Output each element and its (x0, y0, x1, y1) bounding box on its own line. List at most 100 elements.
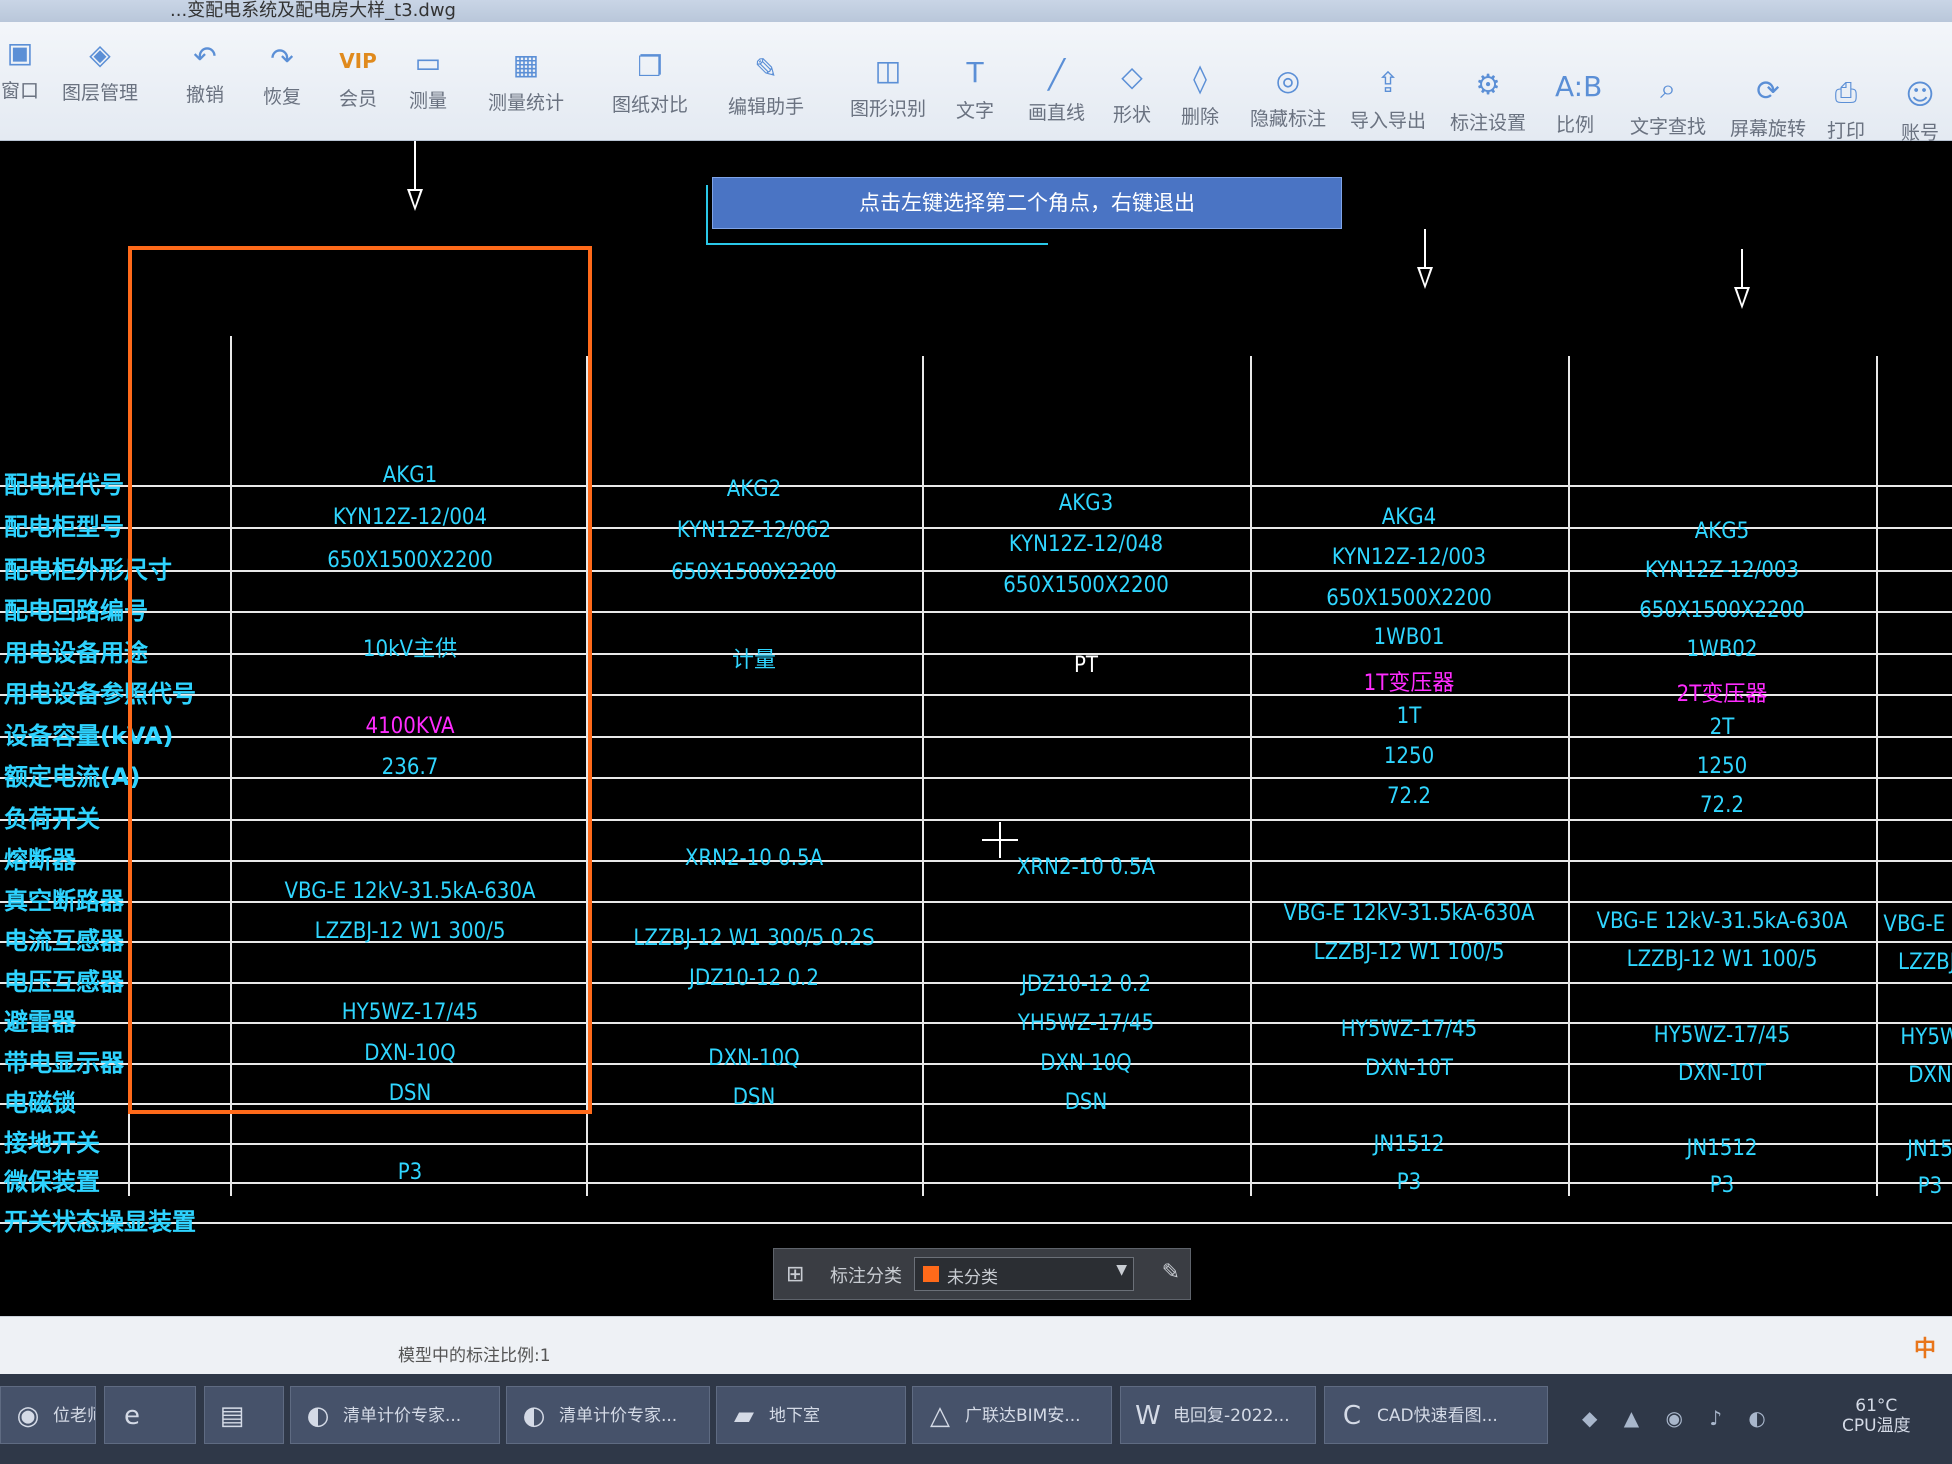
toolbar-layers-button[interactable]: ◈ 图层管理 (62, 38, 138, 105)
pricing-app-icon: ◐ (306, 1401, 330, 1431)
system-tray: ◆ ▲ ◉ ♪ ◐ 61°C CPU温度 (1572, 1374, 1952, 1464)
row-label: 用电设备用途 (4, 638, 148, 667)
toolbar-undo-button[interactable]: ↶ 撤销 (185, 40, 225, 107)
print-icon: ⎙ (1834, 76, 1858, 109)
toolbar-text-button[interactable]: T 文字 (955, 56, 995, 123)
rotate-screen-icon: ⟳ (1756, 74, 1780, 107)
toolbar-label: 画直线 (1028, 102, 1086, 124)
text-icon: T (966, 56, 984, 89)
table-cell-code: AKG3 (1058, 490, 1114, 516)
taskbar-ie-button[interactable]: e (104, 1386, 196, 1444)
line-icon: ╱ (1048, 58, 1065, 91)
table-cell-indicator: DXN-10Q (364, 1040, 456, 1066)
toolbar-ruler-button[interactable]: ▭ 测量 (408, 46, 448, 113)
table-cell-ct: LZZBJ-12 W1 300/5 (314, 919, 506, 944)
table-cell-lock: DSN (1064, 1089, 1108, 1115)
toolbar-rotate-screen-button[interactable]: ⟳ 屏幕旋转 (1730, 74, 1806, 141)
toolbar-account-button[interactable]: ☺ 账号 (1900, 78, 1940, 145)
grid-icon[interactable]: ⊞ (786, 1262, 804, 1287)
table-cell-ct: LZZBJ-12 W1 300/5 0.2S (633, 926, 875, 951)
pricing-app-icon: ◐ (522, 1401, 546, 1431)
glodon-icon: △ (930, 1401, 950, 1431)
classification-label: 标注分类 (830, 1266, 902, 1287)
table-cell-arrester: YH5WZ-17/45 (1017, 1011, 1155, 1037)
table-cell-model: KYN12Z-12/003 (1331, 545, 1487, 571)
table-cell-loop: 1WB01 (1373, 625, 1445, 651)
toolbar-compare-button[interactable]: ❐ 图纸对比 (612, 50, 688, 117)
row-label: 电磁锁 (4, 1089, 76, 1117)
toolbar-vip-button[interactable]: VIP 会员 (338, 44, 378, 111)
classification-select[interactable]: 未分类 ▼ (914, 1257, 1134, 1291)
row-label: 微保装置 (4, 1168, 100, 1196)
tray-icons[interactable]: ◆ ▲ ◉ ♪ ◐ (1582, 1406, 1776, 1430)
measure-stats-icon: ▦ (512, 48, 540, 81)
toolbar-text-search-button[interactable]: ⌕ 文字查找 (1630, 72, 1706, 139)
taskbar: ◆ ▲ ◉ ♪ ◐ 61°C CPU温度 ◉ 位老师... e ▤ ◐ 清单计价专家...… (0, 1374, 1952, 1464)
toolbar: ▣ 窗口 ◈ 图层管理 ↶ 撤销 ↷ 恢复 VIP 会员 ▭ 测量 ▦ 测量统计 ❐ 图纸对比 ✎ 编辑助手 ◫ 图形… (0, 22, 1952, 144)
toolbar-label: 打印 (1826, 120, 1865, 142)
screen: ...变配电系统及配电房大样_t3.dwg ▣ 窗口 ◈ 图层管理 ↶ 撤销 ↷ 恢复 VIP 会… (0, 0, 1952, 1464)
cpu-temp: 61°C CPU温度 (1842, 1396, 1911, 1436)
toolbar-eraser-button[interactable]: ◊ 删除 (1180, 62, 1220, 129)
account-icon: ☺ (1905, 78, 1935, 111)
toolbar-window-button[interactable]: ▣ 窗口 (0, 36, 40, 103)
row-label: 带电显示器 (4, 1048, 124, 1077)
feeder-line (1741, 249, 1743, 289)
toolbar-scale-button[interactable]: A:B 比例 (1555, 70, 1602, 137)
taskbar-folder-button[interactable]: ▰ 地下室 (716, 1386, 906, 1444)
toolbar-label: 删除 (1180, 106, 1219, 128)
row-label: 配电柜外形尺寸 (4, 555, 172, 584)
arrow-down-icon (1734, 287, 1750, 309)
toolbar-redo-button[interactable]: ↷ 恢复 (262, 42, 302, 109)
toolbar-label: 图层管理 (62, 82, 139, 104)
table-cell-current: 72.2 (1386, 783, 1432, 809)
layers-icon: ◈ (89, 38, 111, 71)
row-label: 用电设备参照代号 (4, 680, 196, 708)
toolbar-hide-annotation-button[interactable]: ◎ 隐藏标注 (1250, 64, 1326, 131)
taskbar-calculator-button[interactable]: ▤ (204, 1386, 284, 1444)
drawing-canvas[interactable]: 点击左键选择第二个角点，右键退出 配电柜代号 配电柜型号 配电柜外形尺寸 配电回路编号… (0, 141, 1952, 1316)
feeder-line (414, 141, 416, 191)
table-cell-ref: 2T (1709, 715, 1735, 741)
table-cell-protect: P3 (397, 1160, 423, 1185)
taskbar-glodon-button[interactable]: △ 广联达BIM安... (912, 1386, 1112, 1444)
toolbar-shape-recognition-button[interactable]: ◫ 图形识别 (850, 54, 926, 121)
table-cell-capacity: 1250 (1383, 744, 1435, 770)
table-cell-ct: LZZBJ- (1898, 950, 1952, 975)
annotation-settings-icon: ⚙ (1475, 68, 1501, 101)
toolbar-line-button[interactable]: ╱ 画直线 (1028, 58, 1085, 125)
ime-indicator[interactable]: 中 (1914, 1331, 1936, 1363)
taskbar-app-button[interactable]: ◉ 位老师... (0, 1386, 96, 1444)
row-label: 避雷器 (4, 1008, 76, 1036)
table-cell-use: PT (1073, 653, 1099, 679)
taskbar-pricing-app-button[interactable]: ◐ 清单计价专家... (290, 1386, 500, 1444)
cpu-temp-label: CPU温度 (1842, 1416, 1911, 1436)
table-cell-breaker: VBG-E 12kV-31.5kA-630A (1283, 901, 1535, 927)
folder-icon: ▰ (734, 1401, 754, 1431)
table-cell-protect: P3 (1917, 1174, 1943, 1200)
taskbar-pricing-app-button[interactable]: ◐ 清单计价专家... (506, 1386, 710, 1444)
toolbar-shape-button[interactable]: ◇ 形状 (1112, 60, 1152, 127)
toolbar-measure-stats-button[interactable]: ▦ 测量统计 (488, 48, 564, 115)
toolbar-print-button[interactable]: ⎙ 打印 (1826, 76, 1866, 143)
toolbar-label: 测量 (408, 90, 447, 112)
taskbar-cad-viewer-button[interactable]: C CAD快速看图... (1324, 1386, 1548, 1444)
taskbar-wps-button[interactable]: W 电回复-2022... (1120, 1386, 1316, 1444)
toolbar-import-export-button[interactable]: ⇪ 导入导出 (1350, 66, 1426, 133)
table-cell-earth: JN1512 (1373, 1131, 1445, 1157)
taskbar-label: 清单计价专家... (343, 1406, 462, 1426)
toolbar-label: 会员 (338, 88, 377, 110)
table-cell-fuse: XRN2-10 0.5A (684, 846, 824, 872)
calculator-icon: ▤ (219, 1401, 245, 1431)
edit-icon[interactable]: ✎ (1162, 1260, 1180, 1285)
arrow-down-icon (1417, 267, 1433, 289)
table-cell-earth: JN15 (1907, 1137, 1952, 1163)
toolbar-annotation-settings-button[interactable]: ⚙ 标注设置 (1450, 68, 1526, 135)
table-cell-breaker: VBG-E 12kV-31.5kA-630A (284, 878, 536, 904)
table-cell-indicator: DXN-10Q (708, 1045, 800, 1071)
row-label: 额定电流(A) (4, 763, 141, 791)
toolbar-edit-assistant-button[interactable]: ✎ 编辑助手 (728, 52, 804, 119)
toolbar-label: 形状 (1112, 104, 1151, 126)
color-swatch (923, 1266, 939, 1282)
table-cell-code: AKG4 (1381, 504, 1437, 530)
